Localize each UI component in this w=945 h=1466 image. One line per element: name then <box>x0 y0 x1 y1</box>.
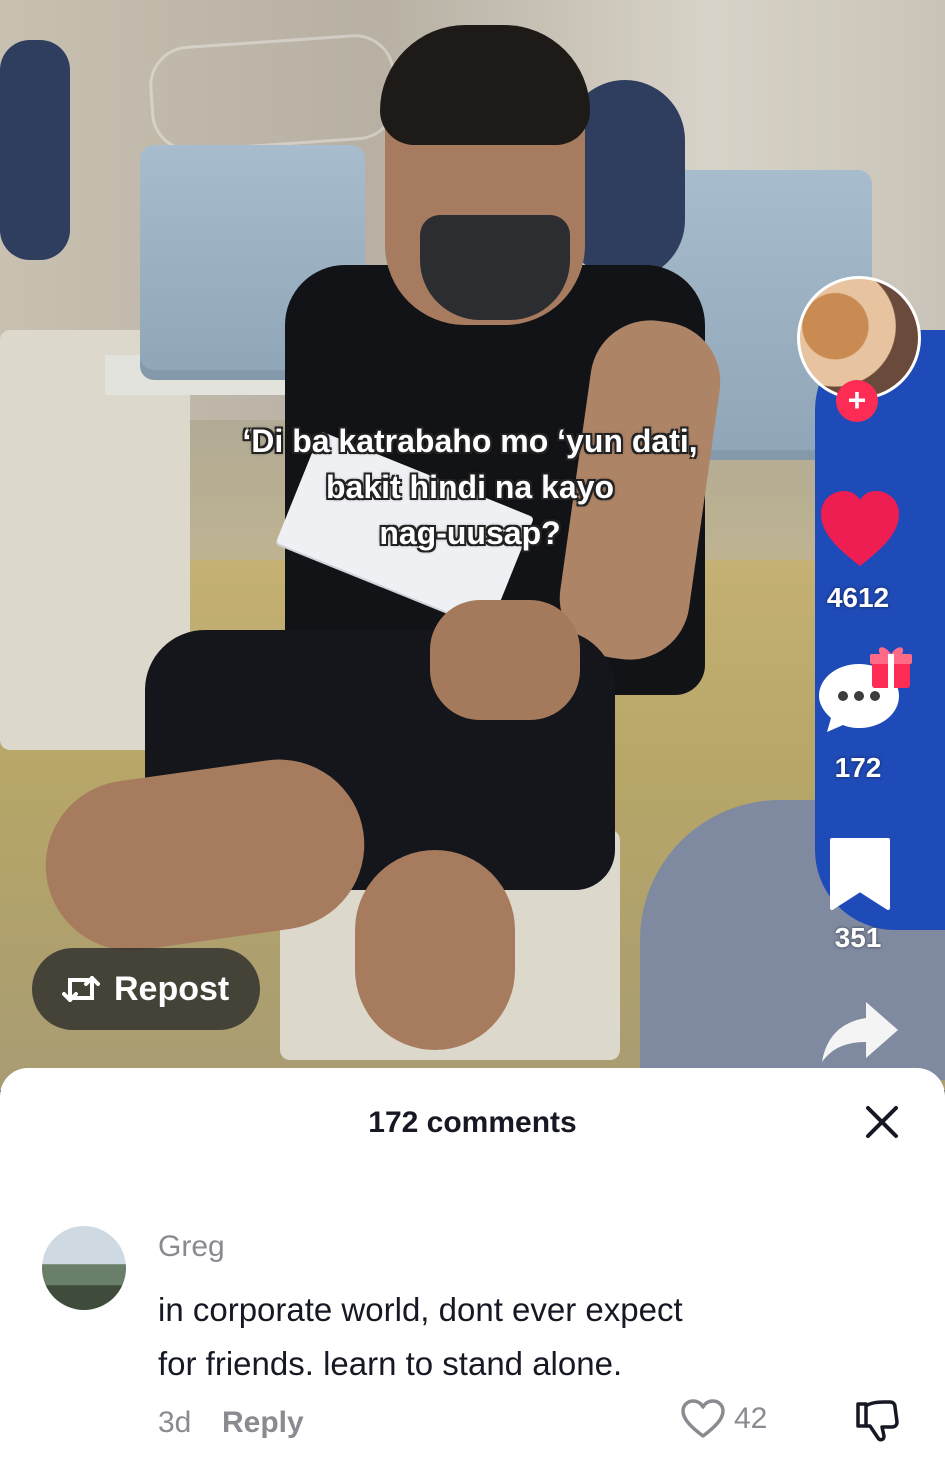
person-hand <box>430 600 580 720</box>
creator-avatar[interactable]: + <box>797 276 921 422</box>
person-leg-right <box>355 850 515 1050</box>
comment-like-count: 42 <box>734 1402 768 1435</box>
comment-time: 3d <box>158 1406 192 1439</box>
comment-like-button[interactable]: 42 <box>680 1398 767 1440</box>
commenter-name[interactable]: Greg <box>158 1230 225 1264</box>
caption-line: nag-uusap? <box>379 515 561 551</box>
comment-text: in corporate world, dont ever expect for… <box>158 1283 858 1391</box>
heart-outline-icon <box>681 1399 725 1438</box>
repost-button[interactable]: Repost <box>32 948 260 1030</box>
close-icon <box>866 1106 898 1138</box>
comments-title: 172 comments <box>368 1106 577 1139</box>
heart-icon <box>821 491 899 566</box>
save-button[interactable] <box>826 836 894 917</box>
caption-line: bakit hindi na kayo <box>325 469 615 505</box>
comments-sheet: 172 comments Greg in corporate world, do… <box>0 1068 945 1466</box>
face-mask <box>420 215 570 320</box>
caption-line: ‘Di ba katrabaho mo ‘yun dati, <box>242 423 698 459</box>
repost-icon <box>62 976 100 1002</box>
comment-text-line: for friends. learn to stand alone. <box>158 1345 623 1382</box>
save-count: 351 <box>834 922 882 953</box>
commenter-avatar[interactable] <box>42 1226 126 1310</box>
thumbs-down-icon <box>856 1400 899 1442</box>
like-button[interactable] <box>817 488 903 575</box>
close-button[interactable] <box>860 1100 904 1144</box>
follow-plus-button[interactable]: + <box>836 380 878 422</box>
bookmark-icon <box>830 838 890 910</box>
wall-graffiti <box>146 31 400 155</box>
share-button[interactable] <box>818 998 902 1069</box>
repost-label: Repost <box>114 969 230 1008</box>
share-icon <box>822 1002 898 1062</box>
gift-icon[interactable] <box>868 642 914 695</box>
like-count: 4612 <box>826 582 890 613</box>
background-person-left <box>0 40 70 260</box>
comment-text-line: in corporate world, dont ever expect <box>158 1291 683 1328</box>
reply-button[interactable]: Reply <box>222 1406 304 1440</box>
comment-dislike-button[interactable] <box>852 1398 900 1449</box>
comment-count: 172 <box>834 752 882 783</box>
video-caption: ‘Di ba katrabaho mo ‘yun dati, bakit hin… <box>150 418 790 556</box>
